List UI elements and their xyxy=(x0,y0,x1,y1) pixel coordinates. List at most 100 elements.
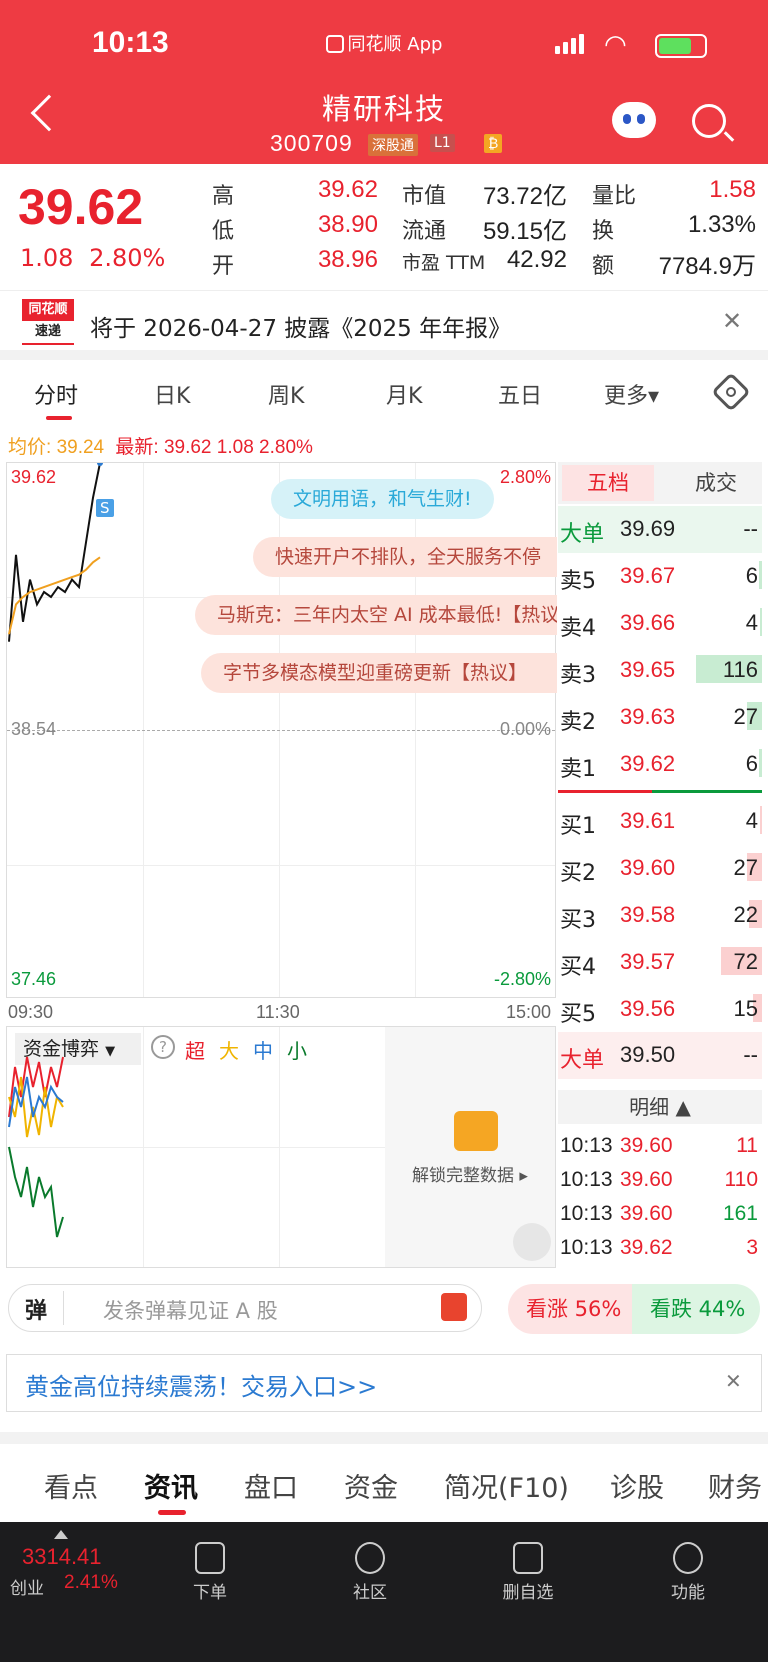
low-label: 低 xyxy=(212,219,235,244)
index-ticker[interactable]: 3314.41 创业 2.41% xyxy=(0,1530,150,1599)
tab-news[interactable]: 资讯 xyxy=(144,1466,198,1505)
bid-row[interactable]: 买2 39.60 27 xyxy=(558,845,762,892)
danmu-bubble[interactable]: 文明用语，和气生财! xyxy=(271,479,494,519)
tick-vol: 11 xyxy=(736,1134,758,1157)
tab-finance[interactable]: 财务 xyxy=(708,1466,762,1505)
tab-intraday[interactable]: 分时 xyxy=(34,378,78,410)
ask-row[interactable]: 卖4 39.66 4 xyxy=(558,600,762,647)
intraday-chart[interactable]: 39.62 38.54 37.46 2.80% 0.00% -2.80% S 文… xyxy=(6,462,557,998)
wifi-icon: ◠ xyxy=(604,30,627,60)
status-app-label: 同花顺 App xyxy=(347,34,443,55)
ask-row[interactable]: 卖2 39.63 27 xyxy=(558,694,762,741)
y-top-label: 39.62 xyxy=(11,467,57,487)
tab-weekly[interactable]: 周K xyxy=(268,378,304,410)
function-label: 功能 xyxy=(671,1583,705,1603)
minus-box-icon xyxy=(513,1542,543,1574)
tab-more[interactable]: 更多▾ xyxy=(604,378,659,410)
search-icon[interactable] xyxy=(692,104,726,138)
tag-level[interactable]: L1 xyxy=(430,134,455,152)
ai-robot-icon[interactable] xyxy=(612,102,656,138)
danmu-bubble[interactable]: 马斯克：三年内太空 AI 成本最低!【热议】 xyxy=(195,595,557,635)
sell-signal-badge[interactable]: S xyxy=(96,499,114,517)
tab-highlights[interactable]: 看点 xyxy=(44,1466,98,1505)
help-icon[interactable]: ? xyxy=(151,1035,175,1059)
tab-diagnosis[interactable]: 诊股 xyxy=(610,1466,664,1505)
big-buy-label: 大单 xyxy=(560,1048,605,1073)
expand-icon[interactable] xyxy=(513,1223,551,1261)
tab-orderbook[interactable]: 盘口 xyxy=(244,1466,298,1505)
ask-price: 39.62 xyxy=(620,751,676,776)
time-mid-label: 11:30 xyxy=(256,1002,300,1022)
open-value: 38.96 xyxy=(317,246,378,273)
tab-monthly[interactable]: 月K xyxy=(386,378,422,410)
ask-label: 卖3 xyxy=(560,663,596,688)
notice-logo-bottom: 速递 xyxy=(22,321,74,343)
function-button[interactable]: 功能 xyxy=(648,1532,728,1603)
notice-bar[interactable]: 同花顺 速递 将于 2026-04-27 披露《2025 年年报》 ✕ xyxy=(0,290,768,358)
community-button[interactable]: 社区 xyxy=(330,1532,410,1603)
danmu-bubble[interactable]: 快速开户不排队，全天服务不停 xyxy=(253,537,557,577)
divider xyxy=(0,350,768,360)
bid-label: 买4 xyxy=(560,955,596,980)
tab-five-day[interactable]: 五日 xyxy=(498,378,542,410)
close-icon[interactable]: ✕ xyxy=(722,307,742,335)
delete-fav-button[interactable]: 删自选 xyxy=(488,1532,568,1603)
detail-toggle[interactable]: 明细 ▲ xyxy=(558,1090,762,1124)
capital-panel: 资金博弈 ▼ ? 超 大 中 小 解锁完整数据 ▸ xyxy=(6,1026,556,1268)
gift-icon[interactable] xyxy=(441,1293,467,1321)
tag-connect[interactable]: 深股通 xyxy=(368,134,418,156)
delete-fav-label: 删自选 xyxy=(502,1583,554,1603)
tab-trades[interactable]: 成交 xyxy=(670,465,762,501)
legend-large: 大 xyxy=(219,1039,239,1063)
big-buy-vol: -- xyxy=(743,1042,758,1067)
notice-logo-top: 同花顺 xyxy=(28,302,68,317)
y-bot-label: 37.46 xyxy=(11,969,57,989)
index-value: 3314.41 xyxy=(22,1544,102,1569)
avg-line-info: 均价: 39.24 最新: 39.62 1.08 2.80% xyxy=(8,432,313,459)
up-arrow-icon xyxy=(54,1530,68,1539)
high-label: 高 xyxy=(212,184,235,209)
close-icon[interactable]: ✕ xyxy=(725,1369,742,1393)
vote-down-button[interactable]: 看跌 44% xyxy=(632,1284,760,1334)
tick-time: 10:13 xyxy=(560,1134,613,1157)
tab-levels[interactable]: 五档 xyxy=(562,465,654,501)
ask-row[interactable]: 卖3 39.65 116 xyxy=(558,647,762,694)
ask-row[interactable]: 卖1 39.62 6 xyxy=(558,741,762,788)
battery-icon xyxy=(655,34,707,58)
danmu-bubble[interactable]: 字节多模态模型迎重磅更新【热议】 xyxy=(201,653,557,693)
ask-vol: 116 xyxy=(722,657,758,682)
promo-banner[interactable]: 黄金高位持续震荡！交易入口>> ✕ xyxy=(6,1354,762,1412)
danmu-input[interactable]: 弹 发条弹幕见证 A 股 xyxy=(8,1284,482,1332)
tick-time: 10:13 xyxy=(560,1168,613,1191)
amount-label: 额 xyxy=(592,254,615,279)
order-button[interactable]: 下单 xyxy=(170,1532,250,1603)
bid-row[interactable]: 买4 39.57 72 xyxy=(558,939,762,986)
bid-row[interactable]: 买1 39.61 4 xyxy=(558,798,762,845)
legend-mid: 中 xyxy=(253,1039,273,1063)
unlock-overlay[interactable]: 解锁完整数据 ▸ xyxy=(385,1027,555,1267)
big-sell-row: 大单 39.69 -- xyxy=(558,506,762,553)
bid-row[interactable]: 买5 39.56 15 xyxy=(558,986,762,1033)
bid-row[interactable]: 买3 39.58 22 xyxy=(558,892,762,939)
high-value: 39.62 xyxy=(317,176,378,203)
bid-price: 39.61 xyxy=(620,808,676,833)
community-label: 社区 xyxy=(353,1583,387,1603)
ask-vol: 27 xyxy=(733,704,758,729)
vote-up-button[interactable]: 看涨 56% xyxy=(508,1284,634,1334)
divider xyxy=(0,1432,768,1444)
ask-label: 卖1 xyxy=(560,757,596,782)
bid-label: 买3 xyxy=(560,908,596,933)
ask-volume-bar xyxy=(760,608,762,636)
tab-daily[interactable]: 日K xyxy=(154,378,190,410)
tick-vol: 161 xyxy=(722,1202,758,1225)
bid-vol: 4 xyxy=(745,808,758,833)
ask-row[interactable]: 卖5 39.67 6 xyxy=(558,553,762,600)
tab-capital[interactable]: 资金 xyxy=(344,1466,398,1505)
book-tabs: 五档 成交 xyxy=(558,462,762,504)
menu-icon xyxy=(673,1542,703,1574)
tab-profile[interactable]: 简况(F10) xyxy=(444,1466,569,1505)
tag-coin[interactable]: ₿ xyxy=(484,134,503,153)
mcap-value: 73.72亿 xyxy=(482,183,567,210)
pct-top-label: 2.80% xyxy=(499,467,551,487)
low-value: 38.90 xyxy=(317,211,378,238)
